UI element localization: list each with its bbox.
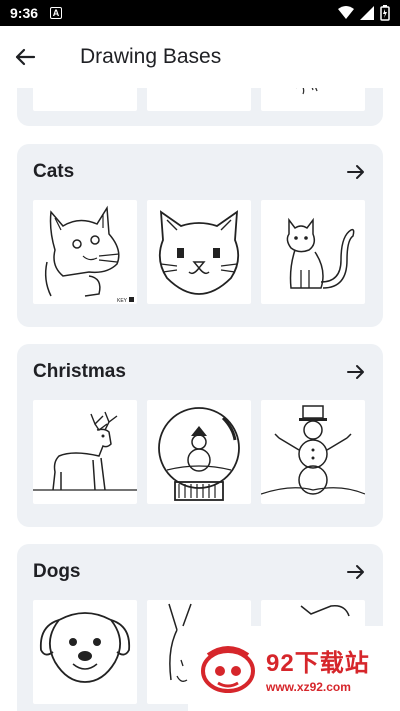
category-card-partial — [17, 88, 383, 126]
status-time: 9:36 — [10, 5, 39, 21]
thumbnail[interactable] — [33, 88, 137, 111]
status-bar: 9:36 A — [0, 0, 400, 26]
category-list[interactable]: Cats KEY Christmas Dogs — [0, 88, 400, 711]
status-icons — [338, 5, 390, 21]
page-title: Drawing Bases — [80, 45, 222, 68]
wifi-icon — [338, 6, 354, 19]
app-bar: Drawing Bases — [0, 26, 400, 88]
see-all-button[interactable] — [345, 161, 367, 183]
thumbnail-cat-2[interactable] — [147, 200, 251, 304]
arrow-right-icon — [347, 365, 364, 379]
watermark-overlay: 92下载站 www.xz92.com — [188, 626, 400, 711]
svg-text:KEY: KEY — [117, 298, 128, 304]
notification-icon: A — [50, 7, 63, 19]
thumbnail[interactable] — [261, 88, 365, 111]
watermark-logo-icon — [201, 645, 255, 693]
signal-icon — [360, 6, 374, 20]
thumbnail-dog-1[interactable] — [33, 600, 137, 704]
category-card-christmas: Christmas — [17, 344, 383, 527]
thumbnail-christmas-3[interactable] — [261, 400, 365, 504]
thumbnail-cat-3[interactable] — [261, 200, 365, 304]
see-all-button[interactable] — [345, 561, 367, 583]
category-card-cats: Cats KEY — [17, 144, 383, 327]
thumbnail[interactable] — [147, 88, 251, 111]
category-title: Dogs — [33, 561, 81, 582]
thumbnail-christmas-1[interactable] — [33, 400, 137, 504]
battery-icon — [380, 5, 390, 21]
see-all-button[interactable] — [345, 361, 367, 383]
watermark-title: 92下载站 — [266, 650, 370, 677]
thumbnail-christmas-2[interactable] — [147, 400, 251, 504]
thumbnail-cat-1[interactable]: KEY — [33, 200, 137, 304]
category-title: Christmas — [33, 361, 126, 382]
arrow-right-icon — [347, 565, 364, 579]
watermark-url: www.xz92.com — [266, 680, 351, 694]
category-title: Cats — [33, 161, 75, 182]
arrow-left-icon — [15, 48, 36, 66]
arrow-right-icon — [347, 165, 364, 179]
back-button[interactable] — [0, 26, 50, 88]
